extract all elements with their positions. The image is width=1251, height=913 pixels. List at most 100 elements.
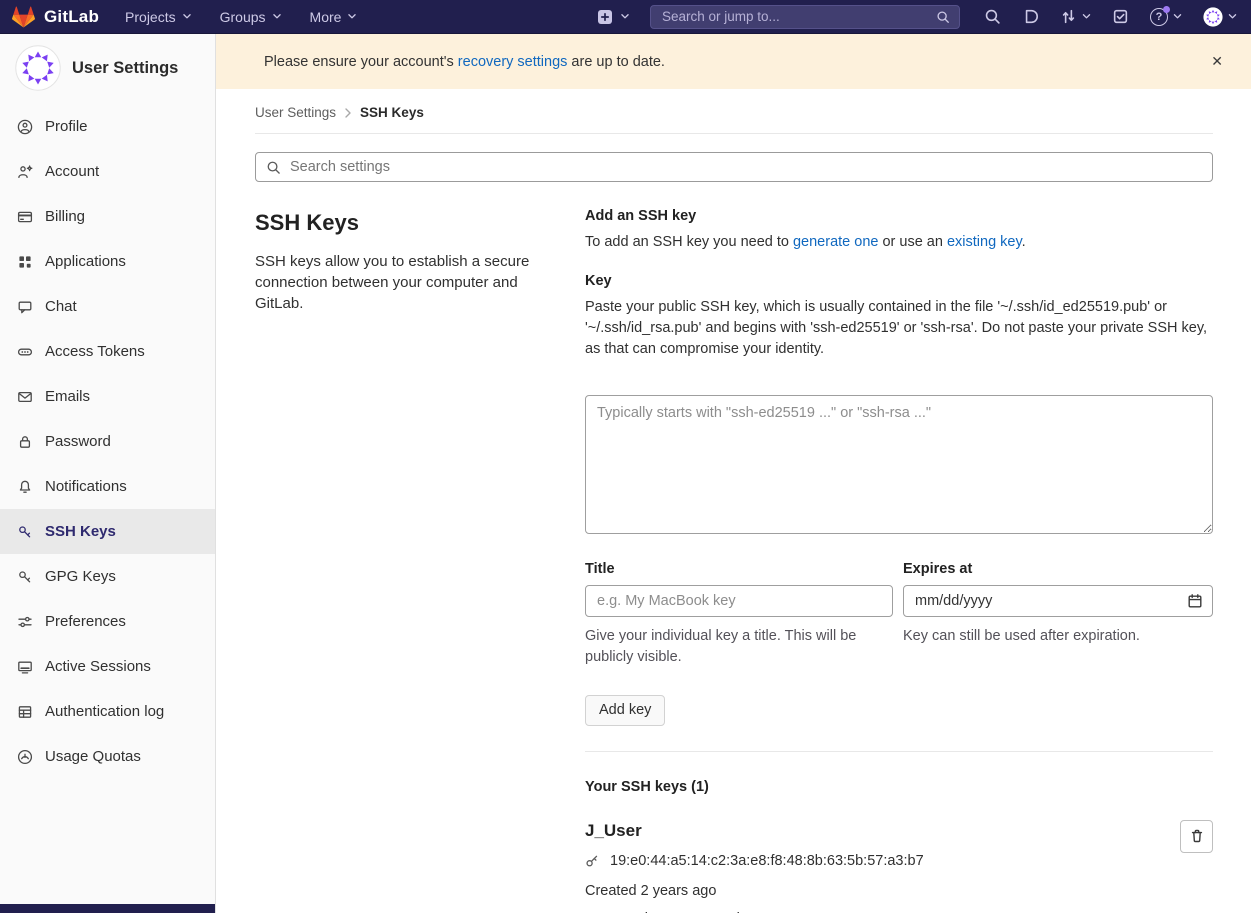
- page-description: SSH keys allow you to establish a secure…: [255, 251, 545, 314]
- chevron-down-icon: [347, 13, 357, 20]
- add-ssh-key-intro: To add an SSH key you need to generate o…: [585, 234, 1213, 250]
- sidebar-item-gpg-keys[interactable]: GPG Keys: [0, 554, 215, 599]
- sidebar-menu: Profile Account Billing Applications Cha…: [0, 104, 215, 779]
- title-field-label: Title: [585, 561, 893, 577]
- settings-search-input[interactable]: [288, 158, 1202, 176]
- ssh-key-fingerprint: 19:e0:44:a5:14:c2:3a:e8:f8:48:8b:63:5b:5…: [610, 853, 924, 869]
- chevron-down-icon: [620, 13, 630, 20]
- sidebar-item-applications[interactable]: Applications: [0, 239, 215, 284]
- sidebar-collapse-bar[interactable]: [0, 904, 216, 913]
- section-description-column: SSH Keys SSH keys allow you to establish…: [255, 202, 545, 913]
- sidebar-item-active-sessions[interactable]: Active Sessions: [0, 644, 215, 689]
- ssh-key-name: J_User: [585, 821, 1165, 841]
- nav-projects[interactable]: Projects: [125, 9, 192, 25]
- merge-request-icon: [1060, 8, 1077, 25]
- your-ssh-keys-heading: Your SSH keys (1): [585, 779, 1213, 795]
- gitlab-tanuki-logo-icon: [12, 6, 35, 28]
- todos-button[interactable]: [1112, 8, 1129, 25]
- ssh-key-created: Created 2 years ago: [585, 883, 1165, 899]
- bell-icon: [17, 479, 33, 495]
- monitor-icon: [17, 659, 33, 675]
- profile-icon: [17, 119, 33, 135]
- new-menu-button[interactable]: [597, 9, 630, 25]
- title-input[interactable]: [585, 585, 893, 617]
- main-content: Please ensure your account's recovery se…: [216, 34, 1251, 913]
- title-field-help: Give your individual key a title. This w…: [585, 626, 893, 668]
- close-icon: ✕: [1211, 53, 1223, 69]
- key-field-help: Paste your public SSH key, which is usua…: [585, 297, 1213, 360]
- chat-icon: [17, 299, 33, 315]
- global-search-input[interactable]: [660, 8, 928, 25]
- expires-field-group: Expires at Key can still be used after e…: [903, 561, 1213, 668]
- sidebar-item-preferences[interactable]: Preferences: [0, 599, 215, 644]
- nav-groups[interactable]: Groups: [220, 9, 282, 25]
- expires-field-help: Key can still be used after expiration.: [903, 626, 1213, 647]
- sidebar-item-access-tokens[interactable]: Access Tokens: [0, 329, 215, 374]
- brand-name: GitLab: [44, 7, 99, 27]
- key-field-label: Key: [585, 273, 1213, 289]
- title-field-group: Title Give your individual key a title. …: [585, 561, 893, 668]
- chevron-down-icon: [1173, 13, 1182, 20]
- recovery-settings-alert: Please ensure your account's recovery se…: [216, 34, 1251, 89]
- nav-more[interactable]: More: [310, 9, 358, 25]
- lock-icon: [17, 434, 33, 450]
- access-tokens-icon: [17, 344, 33, 360]
- ssh-key-textarea[interactable]: [585, 395, 1213, 534]
- global-search-box[interactable]: [650, 5, 960, 29]
- sidebar-item-authentication-log[interactable]: Authentication log: [0, 689, 215, 734]
- add-ssh-key-heading: Add an SSH key: [585, 208, 1213, 224]
- issues-icon: [1022, 8, 1039, 25]
- generate-one-link[interactable]: generate one: [793, 234, 878, 250]
- gitlab-home-link[interactable]: GitLab: [12, 6, 99, 28]
- merge-requests-button[interactable]: [1060, 8, 1091, 25]
- sidebar-item-chat[interactable]: Chat: [0, 284, 215, 329]
- trash-icon: [1189, 828, 1205, 844]
- applications-icon: [17, 254, 33, 270]
- log-table-icon: [17, 704, 33, 720]
- sidebar-item-usage-quotas[interactable]: Usage Quotas: [0, 734, 215, 779]
- alert-text: Please ensure your account's recovery se…: [264, 54, 665, 70]
- add-key-button[interactable]: Add key: [585, 695, 665, 726]
- chevron-down-icon: [272, 13, 282, 20]
- breadcrumb: User Settings SSH Keys: [255, 89, 1213, 134]
- search-shortcut-button[interactable]: [984, 8, 1001, 25]
- existing-key-link[interactable]: existing key: [947, 234, 1022, 250]
- search-icon: [984, 8, 1001, 25]
- delete-key-button[interactable]: [1180, 820, 1213, 853]
- sidebar-item-profile[interactable]: Profile: [0, 104, 215, 149]
- issues-button[interactable]: [1022, 8, 1039, 25]
- plus-square-icon: [597, 9, 613, 25]
- alert-close-button[interactable]: ✕: [1205, 49, 1229, 74]
- chevron-right-icon: [345, 108, 351, 118]
- sidebar-item-account[interactable]: Account: [0, 149, 215, 194]
- sidebar-item-billing[interactable]: Billing: [0, 194, 215, 239]
- sidebar-title: User Settings: [72, 59, 178, 78]
- email-icon: [17, 389, 33, 405]
- notification-dot: [1163, 6, 1170, 13]
- page-title: SSH Keys: [255, 210, 545, 236]
- key-icon: [17, 569, 33, 585]
- billing-icon: [17, 209, 33, 225]
- user-menu-button[interactable]: [1203, 7, 1237, 27]
- expires-date-input[interactable]: [903, 585, 1213, 617]
- calendar-icon: [1187, 593, 1203, 609]
- calendar-picker-button[interactable]: [1187, 593, 1203, 609]
- settings-search-box[interactable]: [255, 152, 1213, 182]
- sidebar-item-emails[interactable]: Emails: [0, 374, 215, 419]
- ssh-key-list-item: J_User 19:e0:44:a5:14:c2:3a:e8:f8:48:8b:…: [585, 821, 1213, 913]
- breadcrumb-user-settings[interactable]: User Settings: [255, 105, 336, 120]
- account-icon: [17, 164, 33, 180]
- chevron-down-icon: [1082, 13, 1091, 20]
- recovery-settings-link[interactable]: recovery settings: [458, 54, 568, 70]
- sidebar-item-notifications[interactable]: Notifications: [0, 464, 215, 509]
- chevron-down-icon: [1228, 13, 1237, 20]
- breadcrumb-current: SSH Keys: [360, 105, 424, 120]
- help-menu-button[interactable]: ?: [1150, 8, 1182, 26]
- sidebar-item-password[interactable]: Password: [0, 419, 215, 464]
- expires-field-label: Expires at: [903, 561, 1213, 577]
- keys-section-divider: [585, 751, 1213, 752]
- sidebar-item-ssh-keys[interactable]: SSH Keys: [0, 509, 215, 554]
- user-settings-avatar: [15, 45, 61, 91]
- ssh-key-form-column: Add an SSH key To add an SSH key you nee…: [585, 202, 1213, 913]
- key-icon: [585, 853, 600, 868]
